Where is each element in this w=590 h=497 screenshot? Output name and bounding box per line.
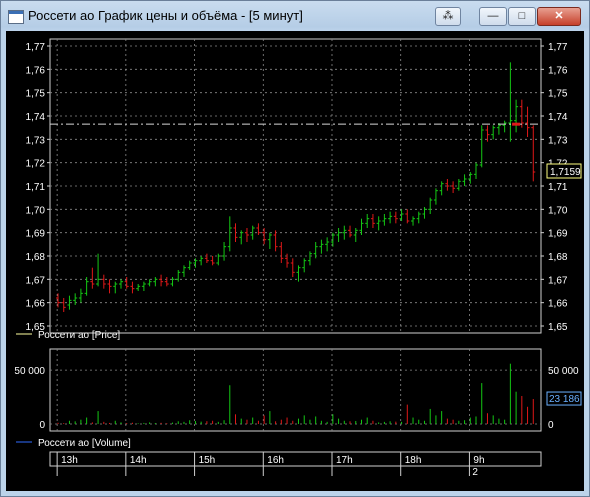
current-volume-label: 23 186 — [549, 394, 580, 405]
special-button[interactable]: ⁂ — [435, 7, 461, 26]
chart-window-icon — [8, 10, 24, 24]
window-title: Россети ао График цены и объёма - [5 мин… — [28, 8, 303, 23]
price-tick-label-right: 1,67 — [548, 275, 568, 286]
price-tick-label-right: 1,68 — [548, 252, 568, 263]
price-tick-label-right: 1,76 — [548, 65, 568, 76]
volume-tick-label-right: 50 000 — [548, 366, 579, 377]
price-tick-label-left: 1,76 — [26, 65, 46, 76]
price-tick-label-right: 1,71 — [548, 182, 568, 193]
time-axis-label: 16h — [267, 455, 284, 466]
price-tick-label-right: 1,65 — [548, 322, 568, 333]
time-axis-label: 15h — [199, 455, 216, 466]
price-tick-label-right: 1,73 — [548, 135, 568, 146]
price-tick-label-right: 1,75 — [548, 89, 568, 100]
time-axis-day-label: 2 — [472, 467, 478, 478]
price-tick-label-right: 1,69 — [548, 229, 568, 240]
status-bar — [1, 488, 589, 496]
chart-window: Россети ао График цены и объёма - [5 мин… — [0, 0, 590, 497]
price-tick-label-left: 1,66 — [26, 299, 46, 310]
volume-tick-label-right: 0 — [548, 420, 554, 431]
minimize-button[interactable]: — — [479, 7, 507, 26]
price-tick-label-left: 1,69 — [26, 229, 46, 240]
time-axis-frame — [49, 451, 542, 467]
price-tick-label-left: 1,73 — [26, 135, 46, 146]
price-tick-label-right: 1,74 — [548, 112, 568, 123]
price-tick-label-left: 1,70 — [26, 205, 46, 216]
time-axis-label: 9h — [473, 455, 484, 466]
price-tick-label-left: 1,74 — [26, 112, 46, 123]
price-tick-label-left: 1,68 — [26, 252, 46, 263]
chart-client-area: 1,65 1,65 1,66 1,66 1,67 1,67 1,68 1,68 1,69 1,69… — [6, 31, 584, 491]
volume-legend-label: Россети ао [Volume] — [38, 438, 131, 449]
volume-panel-frame — [49, 348, 542, 432]
volume-tick-label-left: 50 000 — [14, 366, 45, 377]
price-tick-label-left: 1,75 — [26, 89, 46, 100]
close-button[interactable]: ✕ — [537, 7, 581, 26]
volume-tick-label-left: 0 — [39, 420, 45, 431]
current-price-label: 1,7159 — [550, 167, 581, 178]
price-legend-label: Россети ао [Price] — [38, 330, 120, 341]
price-tick-label-left: 1,77 — [26, 42, 46, 53]
time-axis-label: 18h — [405, 455, 422, 466]
price-tick-label-right: 1,70 — [548, 205, 568, 216]
title-bar[interactable]: Россети ао График цены и объёма - [5 мин… — [1, 1, 589, 31]
price-tick-label-left: 1,71 — [26, 182, 46, 193]
price-volume-chart[interactable]: 1,65 1,651,66 1,661,67 1,671,68 1,681,69 1,69… — [6, 31, 584, 491]
price-tick-label-right: 1,66 — [548, 299, 568, 310]
time-axis-label: 13h — [61, 455, 78, 466]
price-tick-label-right: 1,77 — [548, 42, 568, 53]
time-axis-label: 17h — [336, 455, 353, 466]
price-tick-label-left: 1,72 — [26, 159, 46, 170]
maximize-button[interactable]: □ — [508, 7, 536, 26]
price-tick-label-left: 1,67 — [26, 275, 46, 286]
time-axis-label: 14h — [130, 455, 147, 466]
